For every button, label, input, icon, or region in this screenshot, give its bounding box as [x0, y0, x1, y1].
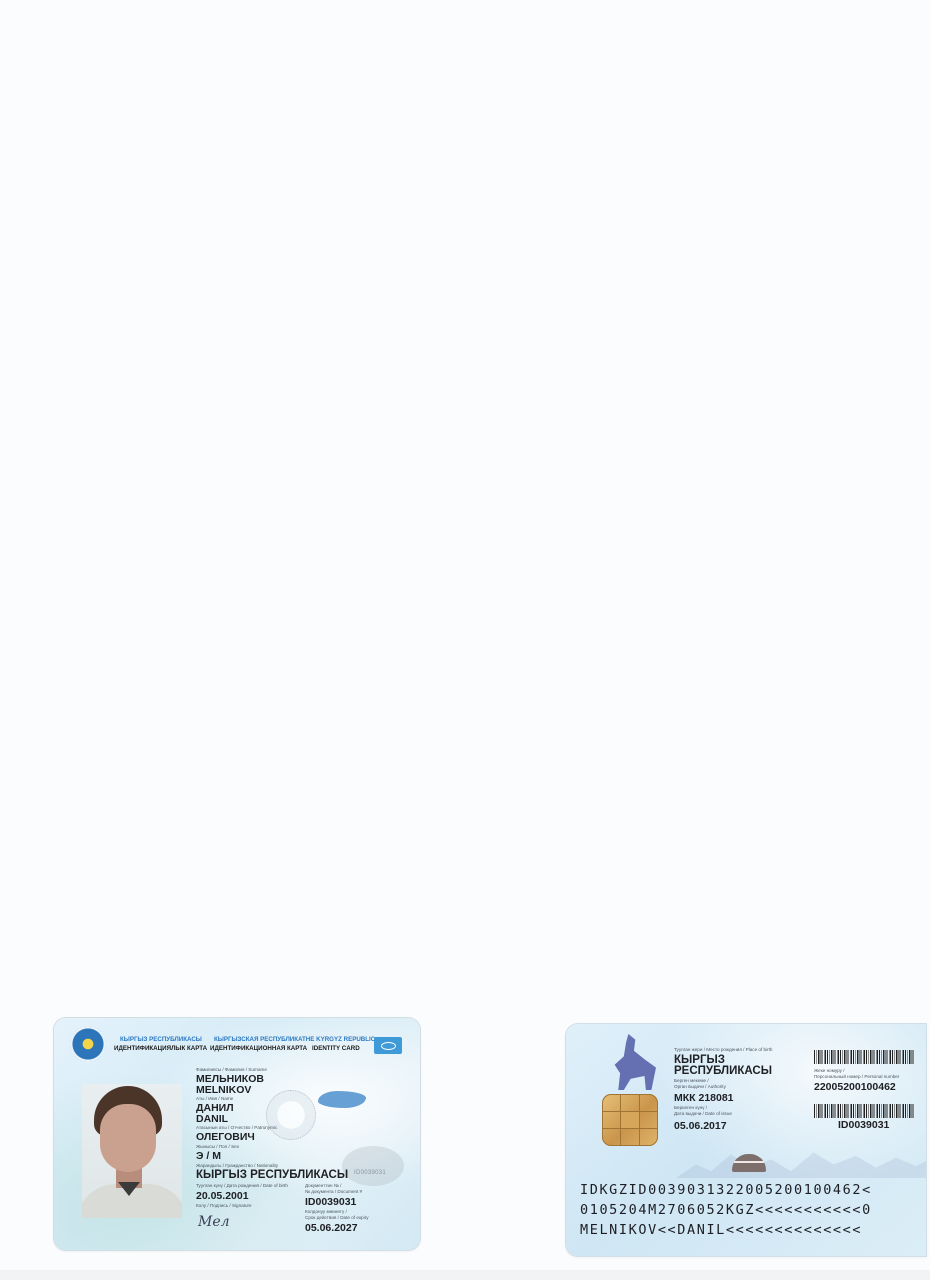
mountains-background	[676, 1152, 926, 1178]
pin-label-1: Жеке номуру /	[814, 1068, 845, 1073]
authority-value: МКК 218081	[674, 1092, 734, 1104]
mrz-line-3: MELNIKOV<<DANIL<<<<<<<<<<<<<<	[580, 1222, 863, 1238]
signature-label: Колу / Подпись / Signature	[196, 1203, 252, 1208]
guilloche-watermark	[266, 1090, 316, 1140]
dob-label: Туулган күнү / Дата рождения / Date of b…	[196, 1183, 288, 1188]
place-line-2: РЕСПУБЛИКАСЫ	[674, 1065, 772, 1077]
flag-icon	[374, 1037, 402, 1054]
place-label: Туулган жери / Место рождения / Place of…	[674, 1047, 773, 1052]
sex-value: Э / М	[196, 1150, 221, 1162]
smart-chip-icon	[602, 1094, 658, 1146]
pin-value: 22005200100462	[814, 1081, 896, 1093]
kyrgyzstan-map-icon	[318, 1091, 366, 1108]
authority-label-2: Орган выдачи / Authority	[674, 1084, 726, 1089]
nationality-value: КЫРГЫЗ РЕСПУБЛИКАСЫ	[196, 1169, 349, 1181]
nationality-label: Жарандыгы / Гражданство / Nationality	[196, 1163, 279, 1168]
kyrgyz-emblem-icon	[70, 1026, 106, 1062]
pin-label-2: Персональный номер / Personal number	[814, 1074, 900, 1079]
scan-bottom-edge	[0, 1270, 930, 1280]
surname-latin: MELNIKOV	[196, 1084, 252, 1096]
patronymic-label: Атасынын аты / Отчество / Patronymic	[196, 1125, 278, 1130]
barcode-docnum	[814, 1104, 914, 1118]
name-label: Аты / Имя / Name	[196, 1096, 234, 1101]
docnum-label-2: № документа / Document #	[305, 1189, 363, 1194]
expiry-value: 05.06.2027	[305, 1222, 358, 1234]
header-doctype-ky: ИДЕНТИФИКАЦИЯЛЫК КАРТА	[114, 1045, 208, 1052]
holder-photo	[82, 1084, 182, 1218]
header-doctype-ru: ИДЕНТИФИКАЦИОННАЯ КАРТА	[210, 1045, 308, 1052]
docnum-value: ID0039031	[305, 1196, 357, 1208]
issue-label-1: Берилген күнү /	[674, 1105, 708, 1110]
name-cyrillic: ДАНИЛ	[196, 1102, 234, 1114]
patronymic-value: ОЛЕГОВИЧ	[196, 1131, 255, 1143]
id-card-back: Туулган жери / Место рождения / Place of…	[566, 1024, 926, 1256]
header-country-ru: КЫРГЫЗСКАЯ РЕСПУБЛИКА	[214, 1036, 303, 1043]
expiry-label-1: Колдонуу мөөнөтү /	[305, 1209, 347, 1214]
name-latin: DANIL	[196, 1113, 229, 1125]
back-docnum-value: ID0039031	[838, 1119, 890, 1131]
issue-date-value: 05.06.2017	[674, 1120, 727, 1132]
mrz-line-2: 0105204M2706052KGZ<<<<<<<<<<<0	[580, 1202, 872, 1218]
issue-label-2: Дата выдачи / Date of issue	[674, 1111, 732, 1116]
header-country-ky: КЫРГЫЗ РЕСПУБЛИКАСЫ	[120, 1036, 202, 1043]
barcode-pin	[814, 1050, 914, 1064]
docnum-label-1: Документтин № /	[305, 1183, 342, 1188]
mrz-line-1: IDKGZID0039031322005200100462<	[580, 1182, 872, 1198]
sex-label: Жынысы / Пол / Sex	[196, 1144, 239, 1149]
id-card-front: КЫРГЫЗ РЕСПУБЛИКАСЫ КЫРГЫЗСКАЯ РЕСПУБЛИК…	[54, 1018, 420, 1250]
surname-label: Фамилиясы / Фамилия / Surname	[196, 1067, 267, 1072]
holder-signature: Мел	[198, 1214, 230, 1230]
horseman-icon	[614, 1034, 656, 1090]
authority-label-1: Берген мекеме /	[674, 1078, 709, 1083]
dob-value: 20.05.2001	[196, 1190, 249, 1202]
header-doctype-en: IDENTITY CARD	[312, 1045, 360, 1052]
surname-cyrillic: МЕЛЬНИКОВ	[196, 1073, 264, 1085]
ghost-image	[342, 1146, 404, 1186]
header-country-en: THE KYRGYZ REPUBLIC	[302, 1036, 376, 1043]
expiry-label-2: Срок действия / Date of expiry	[305, 1215, 369, 1220]
yurt-icon	[732, 1154, 766, 1172]
ghost-number: ID0039031	[354, 1170, 387, 1176]
